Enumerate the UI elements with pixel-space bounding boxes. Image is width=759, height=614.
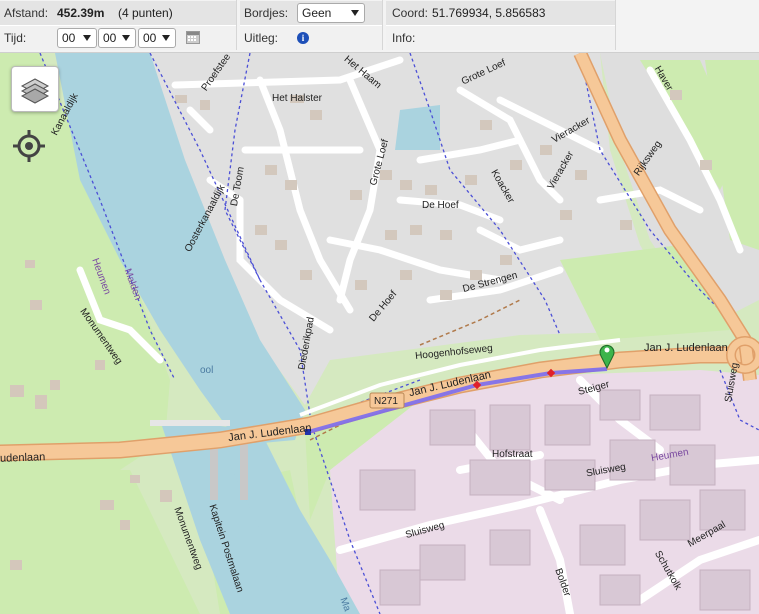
coord-panel: Coord: 51.769934, 5.856583 Info: [386,0,616,50]
label-rijksweg: Rijksweg [632,138,664,179]
label-meerpaal: Meerpaal [686,519,728,550]
label-de-strengen: De Strengen [461,269,519,296]
label-malden: Malden [121,267,144,302]
label-haver: Haver [651,64,675,93]
seconds-select[interactable]: 00 [138,28,176,48]
hours-select[interactable]: 00 [57,28,97,48]
map-labels: udenlaan Jan J. Ludenlaan Jan J. Ludenla… [0,53,759,614]
crosshair-icon [13,130,45,162]
layers-button[interactable] [11,66,59,112]
label-het-halster: Het Halster [272,93,323,104]
label-steiger: Steiger [577,379,611,398]
toolbar: Afstand: 452.39m (4 punten) Tijd: 00 00 … [0,0,759,53]
time-row: Tijd: 00 00 00 [0,26,236,50]
info-row: Info: [386,26,615,50]
label-n271: N271 [374,396,398,407]
layers-icon [20,78,50,104]
calendar-icon[interactable] [186,31,200,44]
minutes-select[interactable]: 00 [98,28,136,48]
label-grote-loef: Grote Loef [368,138,392,187]
label-heumen-1: Heumen [89,256,113,297]
seconds-value: 00 [143,31,157,45]
label-de-hoef-1: De Hoef [422,200,459,211]
signs-row: Bordjes: Geen [240,1,382,26]
signs-value: Geen [302,6,332,20]
label-jan-ludenlaan-3: Jan J. Ludenlaan [644,342,728,354]
label-oosterkanaaldijk: Oosterkanaaldijk [182,183,228,254]
label-het-haam: Het Haam [341,53,384,92]
signs-label: Bordjes: [244,6,289,20]
label-hoogenhofseweg: Hoogenhofseweg [414,342,494,363]
label-bolder: Bolder [552,567,573,598]
route-panel: Afstand: 452.39m (4 punten) Tijd: 00 00 … [0,0,237,50]
label-ludenlaan-left: udenlaan [0,451,46,465]
label-hofstraat: Hofstraat [492,449,533,460]
label-ool: ool [200,365,214,376]
label-kapitein-postmalaan: Kapitein Postmalaan [206,503,246,594]
distance-label: Afstand: [4,6,49,20]
label-diederikpad: Diederikpad [296,316,317,371]
chevron-down-icon [83,35,91,41]
distance-value: 452.39m [57,6,105,20]
time-label: Tijd: [4,31,27,45]
distance-points: (4 punten) [118,6,173,20]
label-sluisweg-right: Sluisweg [723,361,741,404]
label-jan-ludenlaan-1: Jan J. Ludenlaan [227,421,313,445]
signs-select[interactable]: Geen [297,3,365,23]
label-proefstee: Proefstee [199,53,234,94]
hours-value: 00 [62,31,76,45]
chevron-down-icon [162,35,170,41]
chevron-down-icon [122,35,130,41]
label-sluisweg-2: Sluisweg [404,520,446,541]
label-schutkolk: Schutkolk [652,548,684,593]
label-monumentweg-2: Monumentweg [171,505,205,572]
label-grote-loef-top: Grote Loef [459,57,508,88]
label-ma: Ma [337,596,353,613]
chevron-down-icon [351,10,359,16]
label-vieracker-1: Vieracker [550,115,592,146]
minutes-value: 00 [103,31,117,45]
info-icon[interactable]: i [297,32,309,44]
label-heumen-2: Heumen [650,446,690,465]
label-monumentweg-1: Monumentweg [77,306,125,367]
coord-row: Coord: 51.769934, 5.856583 [386,1,615,26]
label-vieracker-2: Vieracker [545,149,577,192]
coord-label: Coord: [392,6,429,20]
label-jan-ludenlaan-2: Jan J. Ludenlaan [407,368,493,400]
locate-button[interactable] [12,129,46,163]
label-sluisweg-1: Sluisweg [585,461,627,480]
label-de-hoef-2: De Hoef [367,288,400,325]
info-label: Info: [392,31,416,45]
label-de-toom: De Toom [229,165,247,208]
explain-row: Uitleg: i [240,26,382,50]
map-canvas[interactable]: udenlaan Jan J. Ludenlaan Jan J. Ludenla… [0,53,759,614]
explain-label: Uitleg: [244,31,279,45]
label-koacker: Koacker [488,167,517,206]
distance-row: Afstand: 452.39m (4 punten) [0,1,236,26]
coord-value: 51.769934, 5.856583 [432,6,546,20]
signs-panel: Bordjes: Geen Uitleg: i [240,0,383,50]
